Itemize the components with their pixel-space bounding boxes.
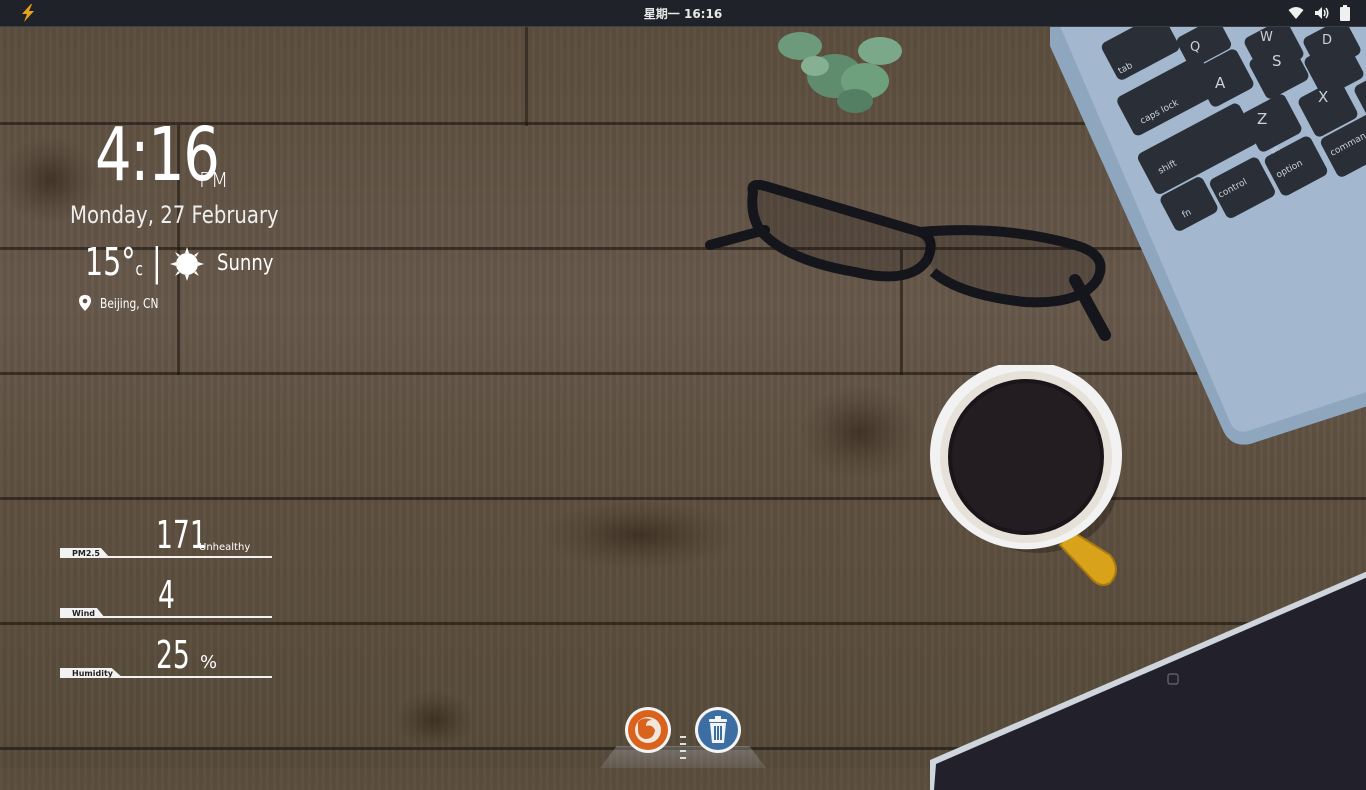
widget-ampm: PM <box>199 168 229 192</box>
key-label: X <box>1318 88 1328 106</box>
wood-knot <box>540 500 740 570</box>
temp-unit: c <box>135 259 143 280</box>
stat-value: 25 <box>156 633 190 677</box>
location-pin-icon <box>79 295 91 311</box>
weather-location: Beijing, CN <box>100 297 159 312</box>
wind-stat: Wind 4 <box>60 573 272 618</box>
temp-value: 15° <box>85 240 136 284</box>
wood-knot <box>800 385 920 480</box>
key-label: S <box>1272 52 1282 70</box>
humidity-stat: Humidity 25 % <box>60 633 272 678</box>
stat-label: Humidity <box>60 668 123 678</box>
stat-suffix: % <box>200 652 218 673</box>
key-label: D <box>1322 33 1332 48</box>
dock-separator <box>680 736 686 759</box>
pm25-stat: PM2.5 171 Unhealthy <box>60 515 272 558</box>
key-label: Z <box>1257 110 1267 128</box>
volume-icon[interactable] <box>1314 6 1330 20</box>
system-tray[interactable] <box>1288 5 1350 21</box>
temp-separator: | <box>152 240 162 284</box>
wifi-icon[interactable] <box>1288 6 1304 20</box>
key-label: Q <box>1190 40 1200 55</box>
tablet-image <box>930 571 1366 790</box>
stat-label: PM2.5 <box>60 548 110 558</box>
top-panel: 星期一 16:16 <box>0 0 1366 27</box>
firefox-icon[interactable] <box>624 706 672 754</box>
plant-image <box>778 32 902 113</box>
key-label: A <box>1215 74 1226 92</box>
wood-seam <box>525 26 528 126</box>
stat-value: 4 <box>158 573 175 617</box>
sunny-icon <box>170 247 204 281</box>
weather-condition: Sunny <box>217 251 274 276</box>
wood-knot <box>395 690 475 750</box>
panel-clock[interactable]: 星期一 16:16 <box>0 5 1366 22</box>
stat-label: Wind <box>60 608 105 618</box>
trash-icon[interactable] <box>694 706 742 754</box>
laptop-image: tab caps lock shift fn control alt optio… <box>1050 26 1366 445</box>
battery-icon[interactable] <box>1340 5 1350 21</box>
widget-date: Monday, 27 February <box>70 201 279 229</box>
stat-suffix: Unhealthy <box>199 542 251 553</box>
widget-temperature: 15°c | <box>85 240 162 284</box>
key-label: W <box>1260 30 1273 45</box>
desktop-clock-widget: 4:16 PM <box>95 112 253 198</box>
dock <box>600 706 766 768</box>
